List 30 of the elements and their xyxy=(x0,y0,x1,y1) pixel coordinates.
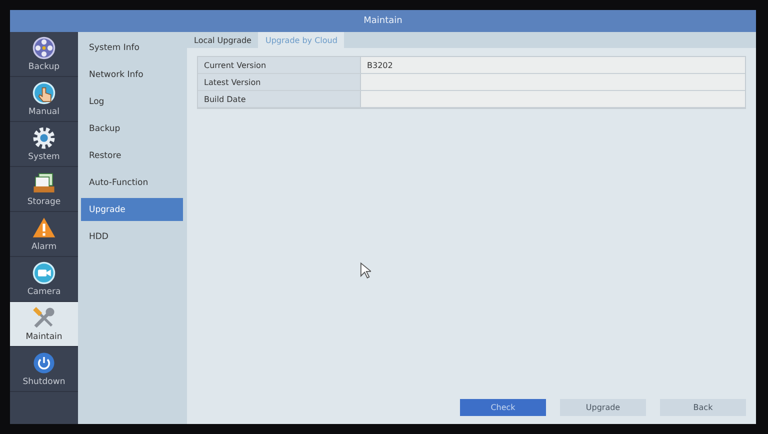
submenu-item[interactable]: Upgrade xyxy=(81,198,183,221)
action-button[interactable]: Check xyxy=(460,399,546,416)
table-cell: Latest Version xyxy=(198,74,361,91)
storage-boxes-icon xyxy=(32,171,56,195)
power-icon xyxy=(32,351,56,375)
nav-item[interactable]: Storage xyxy=(10,167,78,212)
submenu-item[interactable]: Backup xyxy=(81,117,183,140)
submenu-item[interactable]: System Info xyxy=(81,36,183,59)
nav-item[interactable]: Maintain xyxy=(10,302,78,347)
tab[interactable]: Local Upgrade xyxy=(187,32,258,48)
wrench-screwdriver-icon xyxy=(32,306,56,330)
warning-icon xyxy=(32,216,56,240)
window-title: Maintain xyxy=(364,16,402,26)
submenu-item[interactable]: Log xyxy=(81,90,183,113)
submenu-item[interactable]: Network Info xyxy=(81,63,183,86)
gear-icon xyxy=(32,126,56,150)
action-button[interactable]: Upgrade xyxy=(560,399,646,416)
table-cell: Build Date xyxy=(198,91,361,108)
film-reel-icon xyxy=(32,36,56,60)
nav-item[interactable]: Manual xyxy=(10,77,78,122)
submenu-item[interactable]: HDD xyxy=(81,225,183,248)
mouse-pointer-icon xyxy=(360,262,371,279)
table-cell: Current Version xyxy=(198,57,361,74)
nav-item[interactable]: Backup xyxy=(10,32,78,77)
submenu-item[interactable]: Restore xyxy=(81,144,183,167)
action-button[interactable]: Back xyxy=(660,399,746,416)
submenu-item[interactable]: Auto-Function xyxy=(81,171,183,194)
video-camera-icon xyxy=(32,261,56,285)
hand-pointer-icon xyxy=(32,81,56,105)
table-cell: B3202 xyxy=(361,57,745,74)
